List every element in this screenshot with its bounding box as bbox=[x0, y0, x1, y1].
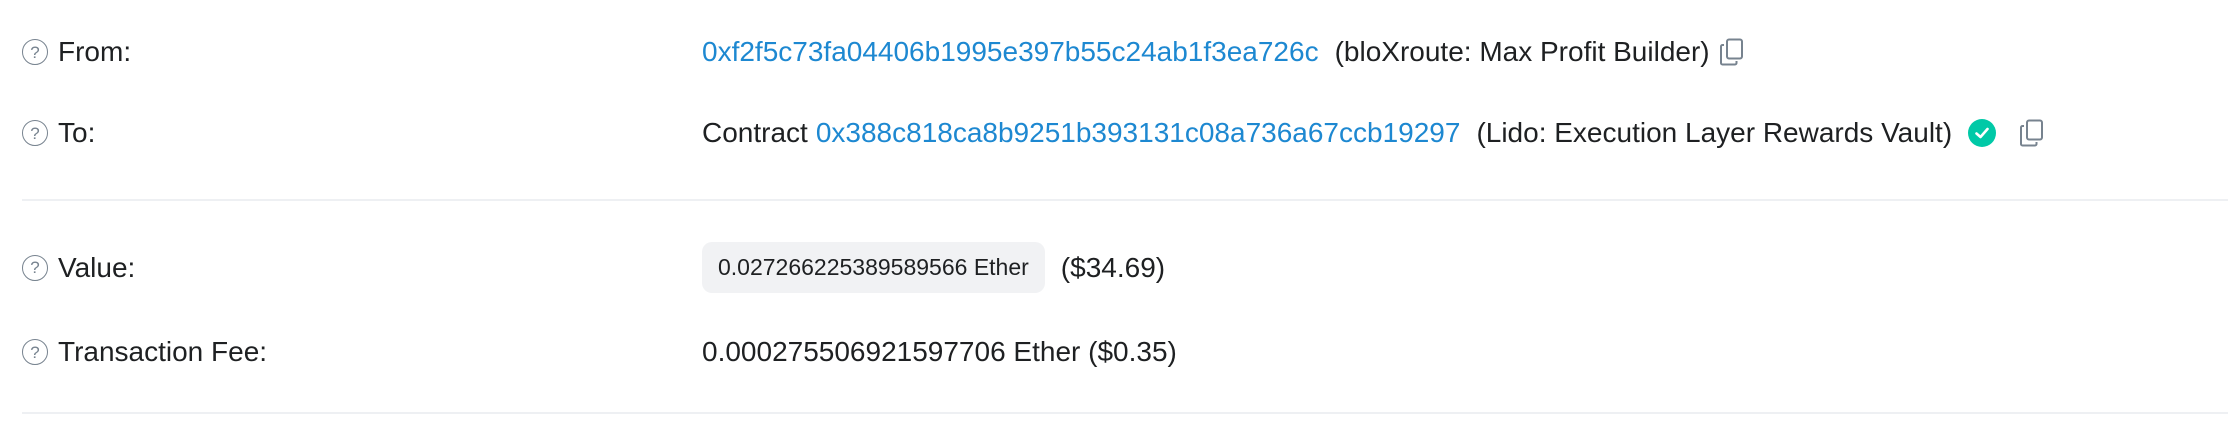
to-name-tag: (Lido: Execution Layer Rewards Vault) bbox=[1476, 117, 1953, 148]
section-divider bbox=[22, 412, 2228, 414]
to-label: To: bbox=[58, 117, 96, 148]
section-divider bbox=[22, 199, 2228, 201]
value-label: Value: bbox=[58, 251, 136, 283]
copy-icon[interactable] bbox=[1718, 37, 1746, 67]
value-amount-badge: 0.027266225389589566 Ether bbox=[702, 242, 1045, 293]
from-value: 0xf2f5c73fa04406b1995e397b55c24ab1f3ea72… bbox=[702, 37, 1746, 67]
question-circle-icon[interactable]: ? bbox=[22, 339, 48, 365]
from-name-tag: (bloXroute: Max Profit Builder) bbox=[1334, 36, 1710, 67]
to-value: Contract 0x388c818ca8b9251b393131c08a736… bbox=[702, 118, 2046, 148]
to-label-col: ? To: bbox=[22, 119, 702, 147]
fee-value: 0.000275506921597706 Ether ($0.35) bbox=[702, 338, 1177, 366]
from-row: ? From: 0xf2f5c73fa04406b1995e397b55c24a… bbox=[22, 37, 2228, 67]
to-contract-prefix: Contract bbox=[702, 117, 808, 148]
fee-label-col: ? Transaction Fee: bbox=[22, 338, 702, 366]
from-address-link[interactable]: 0xf2f5c73fa04406b1995e397b55c24ab1f3ea72… bbox=[702, 38, 1319, 66]
from-label: From: bbox=[58, 36, 132, 67]
check-circle-icon bbox=[1968, 119, 1997, 147]
fee-label: Transaction Fee: bbox=[58, 336, 268, 367]
to-address-link[interactable]: 0x388c818ca8b9251b393131c08a736a67ccb192… bbox=[816, 119, 1461, 147]
question-circle-icon[interactable]: ? bbox=[22, 120, 48, 146]
value-usd: ($34.69) bbox=[1060, 251, 1166, 283]
question-circle-icon[interactable]: ? bbox=[22, 254, 48, 281]
fee-row: ? Transaction Fee: 0.000275506921597706 … bbox=[22, 338, 2228, 366]
value-label-col: ? Value: bbox=[22, 251, 702, 283]
from-label-col: ? From: bbox=[22, 38, 702, 66]
fee-amount: 0.000275506921597706 Ether ($0.35) bbox=[702, 336, 1177, 367]
question-circle-icon[interactable]: ? bbox=[22, 39, 48, 65]
to-row: ? To: Contract 0x388c818ca8b9251b393131c… bbox=[22, 118, 2228, 148]
copy-icon[interactable] bbox=[2018, 118, 2046, 148]
value-row: ? Value: 0.027266225389589566 Ether ($34… bbox=[22, 242, 2228, 293]
value-value: 0.027266225389589566 Ether ($34.69) bbox=[702, 242, 1165, 293]
